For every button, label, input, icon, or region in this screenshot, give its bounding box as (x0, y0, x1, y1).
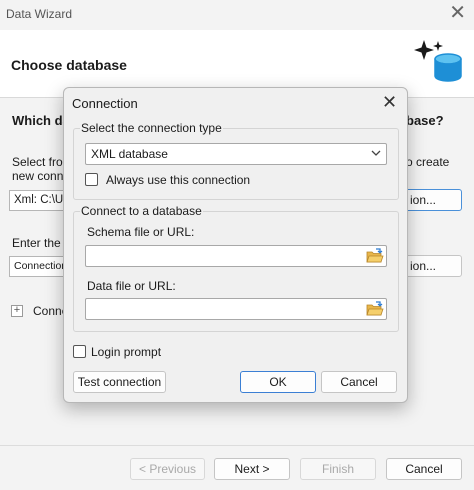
next-button[interactable]: Next > (214, 458, 290, 480)
data-file-label: Data file or URL: (87, 279, 176, 293)
previous-button[interactable]: < Previous (130, 458, 205, 480)
login-prompt-checkbox[interactable] (73, 345, 86, 358)
finish-button[interactable]: Finish (300, 458, 376, 480)
login-prompt-label: Login prompt (91, 345, 162, 359)
footer-divider (0, 445, 474, 446)
test-connection-button[interactable]: Test connection (73, 371, 166, 393)
expand-toggle-icon[interactable]: + (11, 305, 23, 317)
ok-button[interactable]: OK (240, 371, 316, 393)
new-connection-button[interactable]: ion... (405, 189, 462, 211)
connection-type-group: Select the connection type XML database … (73, 121, 399, 200)
connection-dialog: Connection ✕ Select the connection type … (63, 87, 408, 403)
folder-open-icon[interactable] (366, 248, 384, 264)
chevron-down-icon (371, 150, 381, 156)
connection-name-field[interactable]: Connection (9, 256, 69, 277)
schema-label: Schema file or URL: (87, 225, 195, 239)
schema-file-input[interactable] (85, 245, 387, 267)
data-file-input[interactable] (85, 298, 387, 320)
wizard-select-text-2: new conn (12, 169, 64, 183)
wizard-titlebar: Data Wizard ✕ (0, 0, 474, 30)
wizard-question-left: Which da (12, 113, 70, 128)
close-icon[interactable]: ✕ (382, 92, 397, 112)
folder-open-icon[interactable] (366, 301, 384, 317)
page-title: Choose database (11, 57, 127, 73)
wizard-select-text-right: o create (406, 155, 450, 169)
wizard-close-icon[interactable]: ✕ (449, 2, 466, 24)
wizard-title: Data Wizard (6, 7, 73, 21)
always-use-label: Always use this connection (106, 173, 251, 187)
connect-group-label: Connect to a database (80, 204, 203, 218)
wizard-enter-text: Enter the (12, 236, 61, 250)
wizard-select-text-1: Select fron (12, 155, 70, 169)
connection-type-label: Select the connection type (80, 121, 223, 135)
connection-string-field[interactable]: Xml: C:\U (9, 190, 69, 211)
edit-connection-button[interactable]: ion... (405, 255, 462, 277)
sparkle-database-icon (414, 40, 462, 82)
cancel-button[interactable]: Cancel (321, 371, 397, 393)
wizard-question-right: base? (406, 113, 444, 128)
connection-type-value: XML database (91, 147, 168, 161)
connect-group: Connect to a database Schema file or URL… (73, 204, 399, 332)
wizard-cancel-button[interactable]: Cancel (386, 458, 462, 480)
connection-type-select[interactable]: XML database (85, 143, 387, 165)
always-use-checkbox[interactable] (85, 173, 98, 186)
dialog-title: Connection (72, 96, 138, 111)
